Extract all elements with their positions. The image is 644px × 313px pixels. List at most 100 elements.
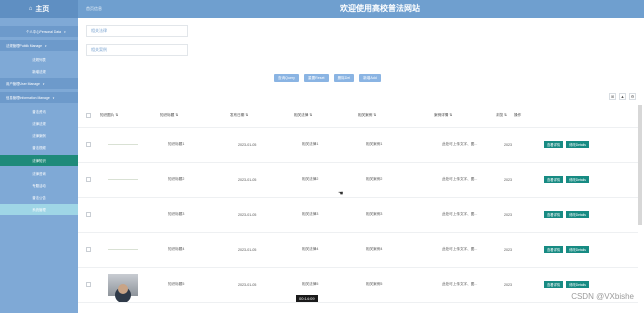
sidebar-item-label: 法规管理Publik Manage bbox=[6, 44, 42, 48]
column-header: 发布日期 ⇅ bbox=[230, 105, 294, 128]
row-select-cell[interactable] bbox=[78, 267, 100, 303]
related-case-cell: 相关案例3 bbox=[358, 197, 434, 233]
row-select-cell[interactable] bbox=[78, 127, 100, 163]
edit-button[interactable]: 修改Details bbox=[566, 246, 589, 253]
views-cell: 2023 bbox=[496, 197, 514, 233]
table-row[interactable]: 知识标题2 2023-01-05 相关法律2 相关案例2 此处可上传文字、图... 202… bbox=[78, 162, 638, 198]
view-details-button[interactable]: 查看详情 bbox=[544, 141, 564, 148]
table-row[interactable]: 知识标题4 2023-01-05 相关法律4 相关案例4 此处可上传文字、图... 202… bbox=[78, 232, 638, 268]
column-header-label: 知识标题 bbox=[160, 113, 175, 118]
case-detail-cell: 此处可上传文字、图... bbox=[434, 197, 496, 233]
breadcrumb[interactable]: 首页信息 bbox=[86, 6, 102, 12]
select-all-cell[interactable] bbox=[78, 105, 100, 128]
sidebar-item[interactable]: 信息管理Information Manage ▾ bbox=[0, 92, 78, 103]
home-brand[interactable]: ⌂ 主页 bbox=[0, 0, 78, 18]
sidebar-item[interactable]: 专题活动 bbox=[0, 180, 78, 191]
sort-icon[interactable]: ⇅ bbox=[372, 113, 376, 117]
sidebar-item[interactable]: 系统管理 bbox=[0, 204, 78, 215]
views-text: 2023 bbox=[504, 142, 512, 147]
edit-button[interactable]: 修改Details bbox=[566, 141, 589, 148]
edit-button[interactable]: 修改Details bbox=[566, 176, 589, 183]
knowledge-image-cell bbox=[100, 232, 160, 268]
case-search-input[interactable]: 相关案例 bbox=[86, 44, 188, 56]
edit-button[interactable]: 修改Details bbox=[566, 281, 589, 288]
sidebar-item[interactable]: 法律法规 bbox=[0, 118, 78, 129]
actions-cell: 查看详情 修改Details bbox=[514, 232, 638, 268]
knowledge-title-text: 知识标题3 bbox=[168, 212, 185, 216]
sort-icon[interactable]: ⇅ bbox=[308, 113, 312, 117]
sort-icon[interactable]: ⇅ bbox=[448, 113, 452, 117]
publish-date-cell: 2023-01-05 bbox=[230, 127, 294, 163]
scrollbar[interactable] bbox=[638, 105, 642, 225]
column-header-label: 发布日期 bbox=[230, 113, 245, 118]
sidebar-item[interactable]: 法规管理Publik Manage ▾ bbox=[0, 40, 78, 51]
related-law-text: 相关法律3 bbox=[302, 212, 319, 216]
column-header-label: 相关法律 bbox=[294, 113, 309, 118]
sidebar-item-label: 信息管理Information Manage bbox=[6, 96, 50, 100]
table-row[interactable]: 知识标题5 2023-01-05 相关法律5 相关案例5 此处可上传文字、图... 202… bbox=[78, 267, 638, 303]
related-case-text: 相关案例4 bbox=[366, 247, 383, 251]
sidebar-item-label: 法律咨询 bbox=[32, 172, 46, 176]
publish-date-text: 2023-01-05 bbox=[238, 247, 257, 252]
case-detail-text: 此处可上传文字、图... bbox=[442, 212, 478, 216]
grid-icon[interactable]: ⊞ bbox=[609, 93, 616, 100]
sidebar-item-label: 普法视频 bbox=[32, 146, 46, 150]
view-details-button[interactable]: 查看详情 bbox=[544, 246, 564, 253]
view-details-button[interactable]: 查看详情 bbox=[544, 281, 564, 288]
row-checkbox[interactable] bbox=[86, 176, 91, 182]
sidebar-item[interactable]: 法律知识 bbox=[0, 155, 78, 166]
related-case-text: 相关案例5 bbox=[366, 282, 383, 286]
view-details-button[interactable]: 查看详情 bbox=[544, 176, 564, 183]
view-details-button[interactable]: 查看详情 bbox=[544, 211, 564, 218]
related-law-cell: 相关法律3 bbox=[294, 197, 358, 233]
row-select-cell[interactable] bbox=[78, 232, 100, 268]
sidebar-item[interactable]: 新增法规 bbox=[0, 66, 78, 77]
table-row[interactable]: 知识标题3 2023-01-05 相关法律3 相关案例3 此处可上传文字、图... 202… bbox=[78, 197, 638, 233]
knowledge-title-text: 知识标题2 bbox=[168, 177, 185, 181]
sidebar-item-label: 普法公告 bbox=[32, 196, 46, 200]
select-all-checkbox[interactable] bbox=[86, 112, 91, 118]
sort-icon[interactable]: ⇅ bbox=[174, 113, 178, 117]
column-header: 浏览 ⇅ bbox=[496, 105, 514, 128]
query-button[interactable]: 查询Query bbox=[274, 74, 299, 82]
sidebar-item[interactable]: 普法公告 bbox=[0, 192, 78, 203]
row-select-cell[interactable] bbox=[78, 197, 100, 233]
sidebar-item-label: 法律知识 bbox=[32, 159, 46, 163]
knowledge-image bbox=[108, 273, 138, 296]
sidebar-item[interactable]: 用户管理User Manage ▾ bbox=[0, 78, 78, 89]
knowledge-image-cell bbox=[100, 267, 160, 303]
publish-date-text: 2023-01-05 bbox=[238, 142, 257, 147]
page-title: 欢迎使用高校普法网站 bbox=[340, 4, 420, 13]
settings-icon[interactable]: ⚙ bbox=[629, 93, 636, 100]
row-checkbox[interactable] bbox=[86, 211, 91, 217]
add-button[interactable]: 新增Add bbox=[359, 74, 381, 82]
edit-button[interactable]: 修改Details bbox=[566, 211, 589, 218]
views-cell: 2023 bbox=[496, 127, 514, 163]
image-placeholder bbox=[108, 249, 138, 250]
sort-icon[interactable]: ⇅ bbox=[503, 113, 507, 117]
sidebar-item[interactable]: 法规列表 bbox=[0, 54, 78, 65]
sort-icon[interactable]: ⇅ bbox=[114, 113, 118, 117]
sidebar-item[interactable]: 个人中心Personal Data ▾ bbox=[0, 26, 78, 37]
delete-button[interactable]: 删除Del bbox=[333, 74, 355, 82]
row-checkbox[interactable] bbox=[86, 246, 91, 252]
sidebar-item-label: 系统管理 bbox=[32, 208, 46, 212]
sidebar-item[interactable]: 法律咨询 bbox=[0, 168, 78, 179]
table-tools: ⊞ ▲ ⚙ bbox=[609, 93, 636, 100]
law-search-input[interactable]: 相关法律 bbox=[86, 25, 188, 37]
table-row[interactable]: 知识标题1 2023-01-05 相关法律1 相关案例1 此处可上传文字、图... 202… bbox=[78, 127, 638, 163]
sort-icon[interactable]: ⇅ bbox=[244, 113, 248, 117]
row-actions: 查看详情 修改Details bbox=[544, 281, 638, 288]
print-icon[interactable]: ▲ bbox=[619, 93, 626, 100]
row-checkbox[interactable] bbox=[86, 281, 91, 287]
sidebar-item[interactable]: 普法资讯 bbox=[0, 106, 78, 117]
related-case-cell: 相关案例1 bbox=[358, 127, 434, 163]
home-icon: ⌂ bbox=[28, 6, 33, 12]
row-select-cell[interactable] bbox=[78, 162, 100, 198]
reset-button[interactable]: 重置Reset bbox=[303, 74, 329, 82]
publish-date-cell: 2023-01-05 bbox=[230, 197, 294, 233]
sidebar-item[interactable]: 普法视频 bbox=[0, 142, 78, 153]
sidebar-item[interactable]: 法律案例 bbox=[0, 130, 78, 141]
row-checkbox[interactable] bbox=[86, 141, 91, 147]
case-detail-text: 此处可上传文字、图... bbox=[442, 142, 478, 146]
